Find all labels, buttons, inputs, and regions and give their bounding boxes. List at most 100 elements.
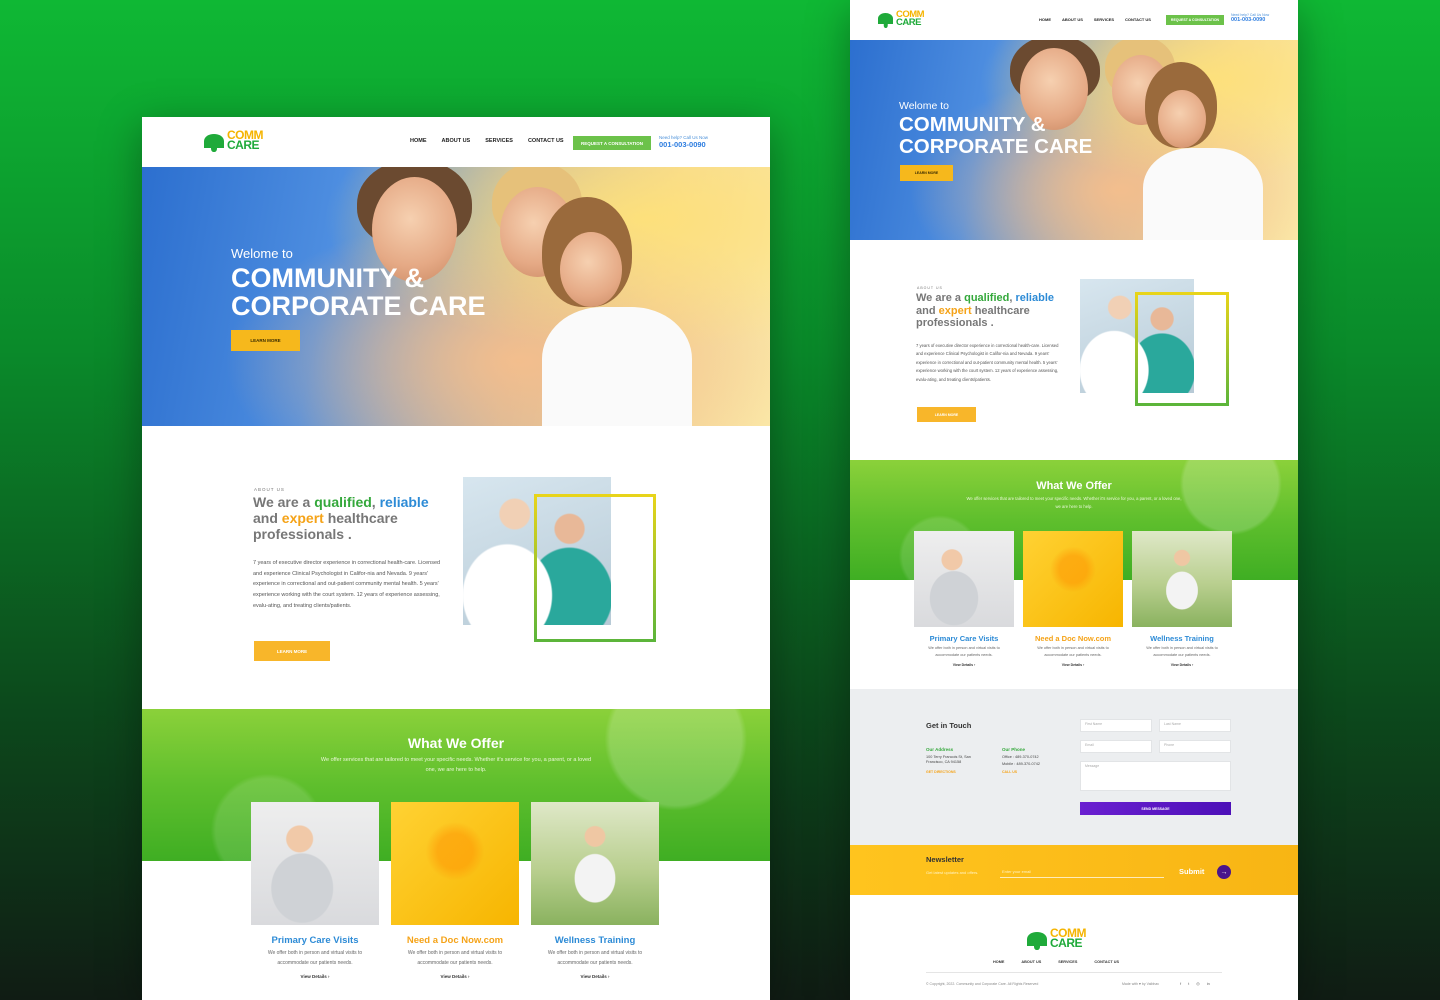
hero-learn-more-button[interactable]: LEARN MORE bbox=[231, 330, 300, 351]
newsletter-email-input[interactable]: Enter your email bbox=[1000, 869, 1164, 878]
facebook-icon[interactable]: f bbox=[1180, 981, 1181, 986]
offer-card-image bbox=[1023, 531, 1123, 627]
about-image-frame bbox=[534, 494, 656, 642]
about-label: ABOUT US bbox=[254, 487, 285, 492]
nav-about[interactable]: ABOUT US bbox=[442, 138, 471, 144]
message-field[interactable]: Message bbox=[1080, 761, 1231, 791]
about-heading-and: and bbox=[253, 510, 282, 527]
offer-card-image bbox=[531, 802, 659, 925]
contact-directions-link[interactable]: GET DIRECTIONS bbox=[926, 770, 956, 774]
phone-number[interactable]: 001-003-0090 bbox=[1231, 17, 1269, 23]
nav-contact[interactable]: CONTACT US bbox=[1125, 17, 1151, 22]
footer-made-with: Made with ♥ by Vaibhav bbox=[1122, 982, 1160, 986]
footer-nav-home[interactable]: HOME bbox=[993, 960, 1004, 964]
about-label: ABOUT US bbox=[917, 286, 943, 290]
offer-subtitle: We offer services that are tailored to m… bbox=[966, 496, 1182, 510]
offer-card-primary-care[interactable]: Primary Care Visits We offer both in per… bbox=[914, 531, 1014, 667]
arrow-right-icon[interactable]: → bbox=[1217, 865, 1231, 879]
offer-title: What We Offer bbox=[1036, 480, 1112, 492]
hero-learn-more-button[interactable]: LEARN MORE bbox=[900, 165, 953, 181]
request-consultation-button[interactable]: REQUEST A CONSULTATION bbox=[573, 136, 651, 150]
offer-card-text: We offer both in person and virtual visi… bbox=[547, 950, 643, 966]
phone-box: Need help? Call Us Now 001-003-0090 bbox=[659, 135, 708, 149]
offer-card-doc-now[interactable]: Need a Doc Now.com We offer both in pers… bbox=[391, 802, 519, 979]
send-message-button[interactable]: SEND MESSAGE bbox=[1080, 802, 1231, 815]
hero-girl-face bbox=[560, 232, 622, 307]
nav-home[interactable]: HOME bbox=[1039, 17, 1051, 22]
hero-welcome: Welome to bbox=[899, 100, 949, 112]
footer-copyright: © Copyright, 2022. Community and Corpora… bbox=[926, 982, 1039, 986]
footer-nav-services[interactable]: SERVICES bbox=[1058, 960, 1077, 964]
nav-contact[interactable]: CONTACT US bbox=[528, 138, 564, 144]
phone-number[interactable]: 001-003-0090 bbox=[659, 140, 708, 149]
offer-card-link[interactable]: View Details › bbox=[914, 663, 1014, 667]
newsletter-submit-button[interactable]: Submit bbox=[1179, 867, 1204, 876]
hero-girl-shirt bbox=[1143, 148, 1263, 240]
nav-about[interactable]: ABOUT US bbox=[1062, 17, 1083, 22]
logo-line2: CARE bbox=[896, 16, 921, 28]
footer-nav-contact[interactable]: CONTACT US bbox=[1094, 960, 1119, 964]
about-heading-rest: healthcare bbox=[323, 510, 398, 527]
main-nav: HOME ABOUT US SERVICES CONTACT US bbox=[410, 138, 564, 144]
contact-mobile: Mobile : 489-370-0742 bbox=[1002, 762, 1040, 766]
offer-card-title: Primary Care Visits bbox=[929, 634, 999, 643]
phone-field[interactable]: Phone bbox=[1159, 740, 1231, 753]
nav-home[interactable]: HOME bbox=[410, 138, 427, 144]
footer-logo[interactable]: COMM CARE bbox=[1027, 927, 1087, 949]
offer-card-title: Need a Doc Now.com bbox=[1035, 634, 1111, 643]
hero-title-line2: CORPORATE CARE bbox=[899, 134, 1093, 158]
offer-card-link[interactable]: View Details › bbox=[531, 974, 659, 979]
offer-card-title: Need a Doc Now.com bbox=[406, 935, 504, 946]
offer-card-wellness[interactable]: Wellness Training We offer both in perso… bbox=[1132, 531, 1232, 667]
main-nav: HOME ABOUT US SERVICES CONTACT US bbox=[1039, 17, 1151, 22]
newsletter-title: Newsletter bbox=[926, 855, 964, 864]
footer-nav-about[interactable]: ABOUT US bbox=[1021, 960, 1041, 964]
hero-text: Welome to COMMUNITY & CORPORATE CARE bbox=[899, 100, 1092, 157]
hero-girl-face bbox=[1158, 90, 1206, 148]
about-learn-more-button[interactable]: LEARN MORE bbox=[254, 641, 330, 661]
nav-services[interactable]: SERVICES bbox=[485, 138, 513, 144]
logo[interactable]: COMM CARE bbox=[204, 129, 264, 151]
offer-card-image bbox=[914, 531, 1014, 627]
offer-card-title: Wellness Training bbox=[554, 935, 636, 946]
offer-card-title: Primary Care Visits bbox=[271, 935, 359, 946]
site-header: COMM CARE HOME ABOUT US SERVICES CONTACT… bbox=[142, 117, 770, 167]
twitter-icon[interactable]: t bbox=[1188, 981, 1189, 986]
offer-card-doc-now[interactable]: Need a Doc Now.com We offer both in pers… bbox=[1023, 531, 1123, 667]
offer-subtitle: We offer services that are tailored to m… bbox=[320, 757, 592, 774]
offer-card-link[interactable]: View Details › bbox=[1132, 663, 1232, 667]
email-field[interactable]: Email bbox=[1080, 740, 1152, 753]
hero-welcome: Welome to bbox=[231, 246, 293, 261]
about-heading-and: and bbox=[916, 304, 939, 317]
about-heading-expert: expert bbox=[281, 510, 324, 527]
hero-section: Welome to COMMUNITY & CORPORATE CARE LEA… bbox=[850, 40, 1298, 240]
first-name-field[interactable]: First Name bbox=[1080, 719, 1152, 732]
offer-card-link[interactable]: View Details › bbox=[251, 974, 379, 979]
full-page-mockup: COMM CARE HOME ABOUT US SERVICES CONTACT… bbox=[850, 0, 1298, 1000]
about-heading: We are a qualified, reliable and expert … bbox=[253, 494, 463, 542]
about-heading-pre: We are a bbox=[916, 292, 965, 304]
about-heading-last: professionals . bbox=[253, 526, 352, 543]
offer-card-link[interactable]: View Details › bbox=[391, 974, 519, 979]
about-body: 7 years of executive director experience… bbox=[916, 343, 1059, 382]
contact-call-link[interactable]: CALL US bbox=[1002, 770, 1017, 774]
offer-card-wellness[interactable]: Wellness Training We offer both in perso… bbox=[531, 802, 659, 979]
about-heading-last: professionals . bbox=[916, 317, 994, 330]
about-learn-more-button[interactable]: LEARN MORE bbox=[917, 407, 976, 422]
linkedin-icon[interactable]: in bbox=[1207, 981, 1210, 986]
logo-icon bbox=[204, 133, 224, 148]
hero-title-line1: COMMUNITY & bbox=[231, 263, 424, 293]
offer-card-image bbox=[391, 802, 519, 925]
offer-card-image bbox=[251, 802, 379, 925]
logo[interactable]: COMM CARE bbox=[878, 10, 925, 28]
about-image-frame bbox=[1135, 292, 1229, 406]
offer-card-primary-care[interactable]: Primary Care Visits We offer both in per… bbox=[251, 802, 379, 979]
about-heading-expert: expert bbox=[938, 304, 972, 317]
nav-services[interactable]: SERVICES bbox=[1094, 17, 1114, 22]
contact-address-label: Our Address bbox=[926, 747, 954, 752]
offer-card-link[interactable]: View Details › bbox=[1023, 663, 1123, 667]
hero-text: Welome to COMMUNITY & CORPORATE CARE bbox=[231, 246, 486, 321]
request-consultation-button[interactable]: REQUEST A CONSULTATION bbox=[1166, 15, 1224, 25]
last-name-field[interactable]: Last Name bbox=[1159, 719, 1231, 732]
instagram-icon[interactable]: ◎ bbox=[1196, 981, 1200, 986]
